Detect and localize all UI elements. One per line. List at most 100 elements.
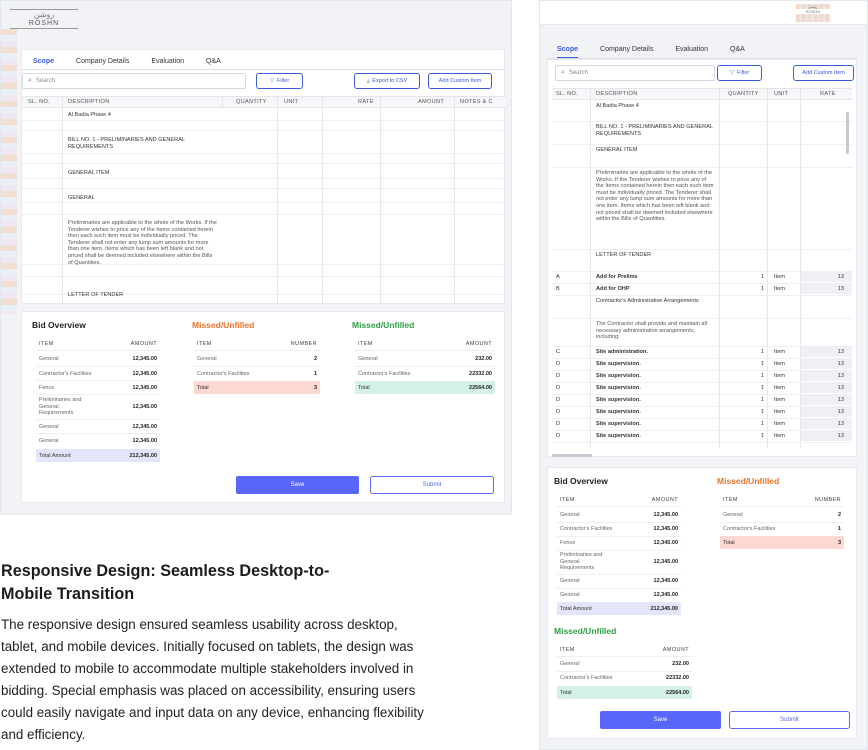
total-row: Total 3 — [720, 536, 844, 549]
table-cell-rate: 13 — [837, 397, 844, 403]
filter-button[interactable]: ▽ Filter — [717, 65, 762, 81]
filter-icon: ▽ — [729, 70, 734, 76]
table-cell-sl: D — [556, 397, 561, 403]
table-cell-qty: 1 — [760, 409, 764, 415]
list-item: General 232.00 — [560, 660, 689, 667]
col-unit: UNIT — [774, 91, 789, 97]
table-cell-rate: 13 — [837, 433, 844, 439]
list-item: Contractor's Facilities 22332.00 — [560, 674, 689, 681]
table-row: Preliminaries are applicable to the whol… — [68, 220, 217, 266]
submit-button[interactable]: Submit — [370, 476, 494, 494]
list-item: General 12,345.00 — [39, 437, 157, 444]
missed-header: ITEM NUMBER — [723, 497, 841, 503]
table-cell-qty: 1 — [760, 361, 764, 367]
table-cell-unit: Item — [774, 349, 785, 355]
col-amount: AMOUNT — [418, 99, 445, 105]
section-paragraph: The responsive design ensured seamless u… — [1, 617, 424, 742]
table-cell-unit: Item — [774, 433, 785, 439]
vertical-scrollbar[interactable] — [846, 112, 849, 154]
table-cell-unit: Item — [774, 373, 785, 379]
tab-evaluation[interactable]: Evaluation — [675, 46, 708, 58]
total-amount-row: Total Amount 212,345.00 — [557, 602, 681, 615]
total-row: Total 22564.00 — [355, 381, 495, 394]
table-cell-desc: Al Badia Phase 4 — [596, 103, 639, 109]
search-input[interactable]: ⌕ Search — [555, 65, 715, 81]
list-item: Preliminaries and General Requirements 12… — [560, 552, 678, 572]
bid-overview-header: ITEM AMOUNT — [560, 497, 678, 503]
table-row: GENERAL — [68, 195, 95, 201]
list-item: General 232.00 — [358, 355, 492, 362]
tab-company-details[interactable]: Company Details — [600, 46, 653, 58]
table-cell-desc: Site supervision. — [596, 385, 641, 391]
table-cell-rate: 13 — [837, 349, 844, 355]
add-custom-item-button[interactable]: Add Custom Item — [428, 73, 492, 89]
table-row: GENERAL ITEM — [68, 170, 110, 176]
total-row: Total 3 — [194, 381, 320, 394]
missed-unfilled-amount-title: Missed/Unfilled — [352, 320, 415, 330]
filter-button[interactable]: ▽ Filter — [256, 73, 303, 89]
table-cell-rate: 13 — [837, 421, 844, 427]
table-cell-sl: B — [556, 286, 560, 292]
scope-card: Scope Company Details Evaluation Q&A ⌕ S… — [21, 49, 506, 304]
col-description: DESCRIPTION — [596, 91, 638, 97]
table-cell-sl: D — [556, 361, 561, 367]
submit-button[interactable]: Submit — [729, 711, 850, 729]
tab-qa[interactable]: Q&A — [730, 46, 745, 58]
table-cell-qty: 1 — [760, 385, 764, 391]
table-cell-sl: D — [556, 385, 561, 391]
table-cell-unit: Item — [774, 361, 785, 367]
horizontal-scrollbar[interactable] — [552, 454, 592, 457]
table-cell-unit: Item — [774, 385, 785, 391]
table-cell-desc: Site supervision. — [596, 421, 641, 427]
table-cell-unit: Item — [774, 397, 785, 403]
table-cell-desc: Site supervision. — [596, 397, 641, 403]
table-cell-sl: C — [556, 349, 561, 355]
missed-unfilled-title: Missed/Unfilled — [717, 476, 780, 486]
table-cell-rate: 13 — [837, 274, 844, 280]
table-cell-qty: 1 — [760, 349, 764, 355]
decorative-pattern — [1, 29, 17, 314]
list-item: Preliminaries and General Requirements 12… — [39, 397, 157, 417]
table-cell-rate: 13 — [837, 286, 844, 292]
col-quantity: QUANTITY — [728, 91, 759, 97]
save-button[interactable]: Save — [600, 711, 721, 729]
table-cell-desc: Site supervision. — [596, 361, 641, 367]
search-input[interactable]: ⌕ Search — [22, 73, 246, 89]
table-cell-unit: Item — [774, 409, 785, 415]
export-csv-button[interactable]: ⤓ Export to CSV — [354, 73, 420, 89]
col-description: DESCRIPTION — [68, 99, 110, 105]
mobile-screenshot: روشن ROSHN Scope Company Details Evaluati… — [539, 0, 868, 750]
list-item: Contractor's Facilities 12,345.00 — [39, 370, 157, 377]
table-cell-qty: 1 — [760, 286, 764, 292]
table-cell-desc: The Contractor shall provide and maintai… — [596, 321, 708, 341]
table-cell-desc: Site administration. — [596, 349, 648, 355]
download-icon: ⤓ — [366, 77, 370, 84]
search-icon: ⌕ — [28, 77, 32, 84]
roshn-logo: روشن ROSHN — [10, 9, 78, 29]
table-cell-desc: BILL NO. 1 - PRELIMINARIES AND GENERAL R… — [596, 124, 713, 137]
missed-unfilled-title: Missed/Unfilled — [192, 320, 255, 330]
table-cell-desc: Site supervision. — [596, 433, 641, 439]
table-cell-desc: LETTER OF TENDER — [596, 252, 652, 258]
missed-unfilled-amount-title: Missed/Unfilled — [554, 626, 617, 636]
table-cell-qty: 1 — [760, 433, 764, 439]
overview-card: Bid Overview ITEM AMOUNT General 12,345.00… — [21, 311, 505, 503]
table-cell-qty: 1 — [760, 373, 764, 379]
total-row: Total 22564.00 — [557, 686, 692, 699]
list-item: General 2 — [723, 511, 841, 518]
table-cell-desc: GENERAL ITEM — [596, 147, 638, 153]
table-cell-rate: 13 — [837, 385, 844, 391]
col-rate: RATE — [358, 99, 374, 105]
missed-amount-header: ITEM AMOUNT — [358, 341, 492, 347]
filter-icon: ▽ — [269, 78, 274, 84]
add-custom-item-button[interactable]: Add Custom Item — [793, 65, 854, 81]
list-item: General 12,345.00 — [560, 591, 678, 598]
table-cell-desc: Site supervision. — [596, 373, 641, 379]
section-heading: Responsive Design: Seamless Desktop-to-M… — [1, 562, 330, 603]
mobile-overview-card: Bid Overview ITEM AMOUNT General 12,345.00… — [547, 467, 857, 739]
tab-scope[interactable]: Scope — [557, 46, 579, 58]
list-item: General 12,345.00 — [39, 355, 157, 362]
list-item: Fence 12,345.00 — [560, 539, 678, 546]
list-item: General 12,345.00 — [560, 511, 678, 518]
save-button[interactable]: Save — [236, 476, 359, 494]
